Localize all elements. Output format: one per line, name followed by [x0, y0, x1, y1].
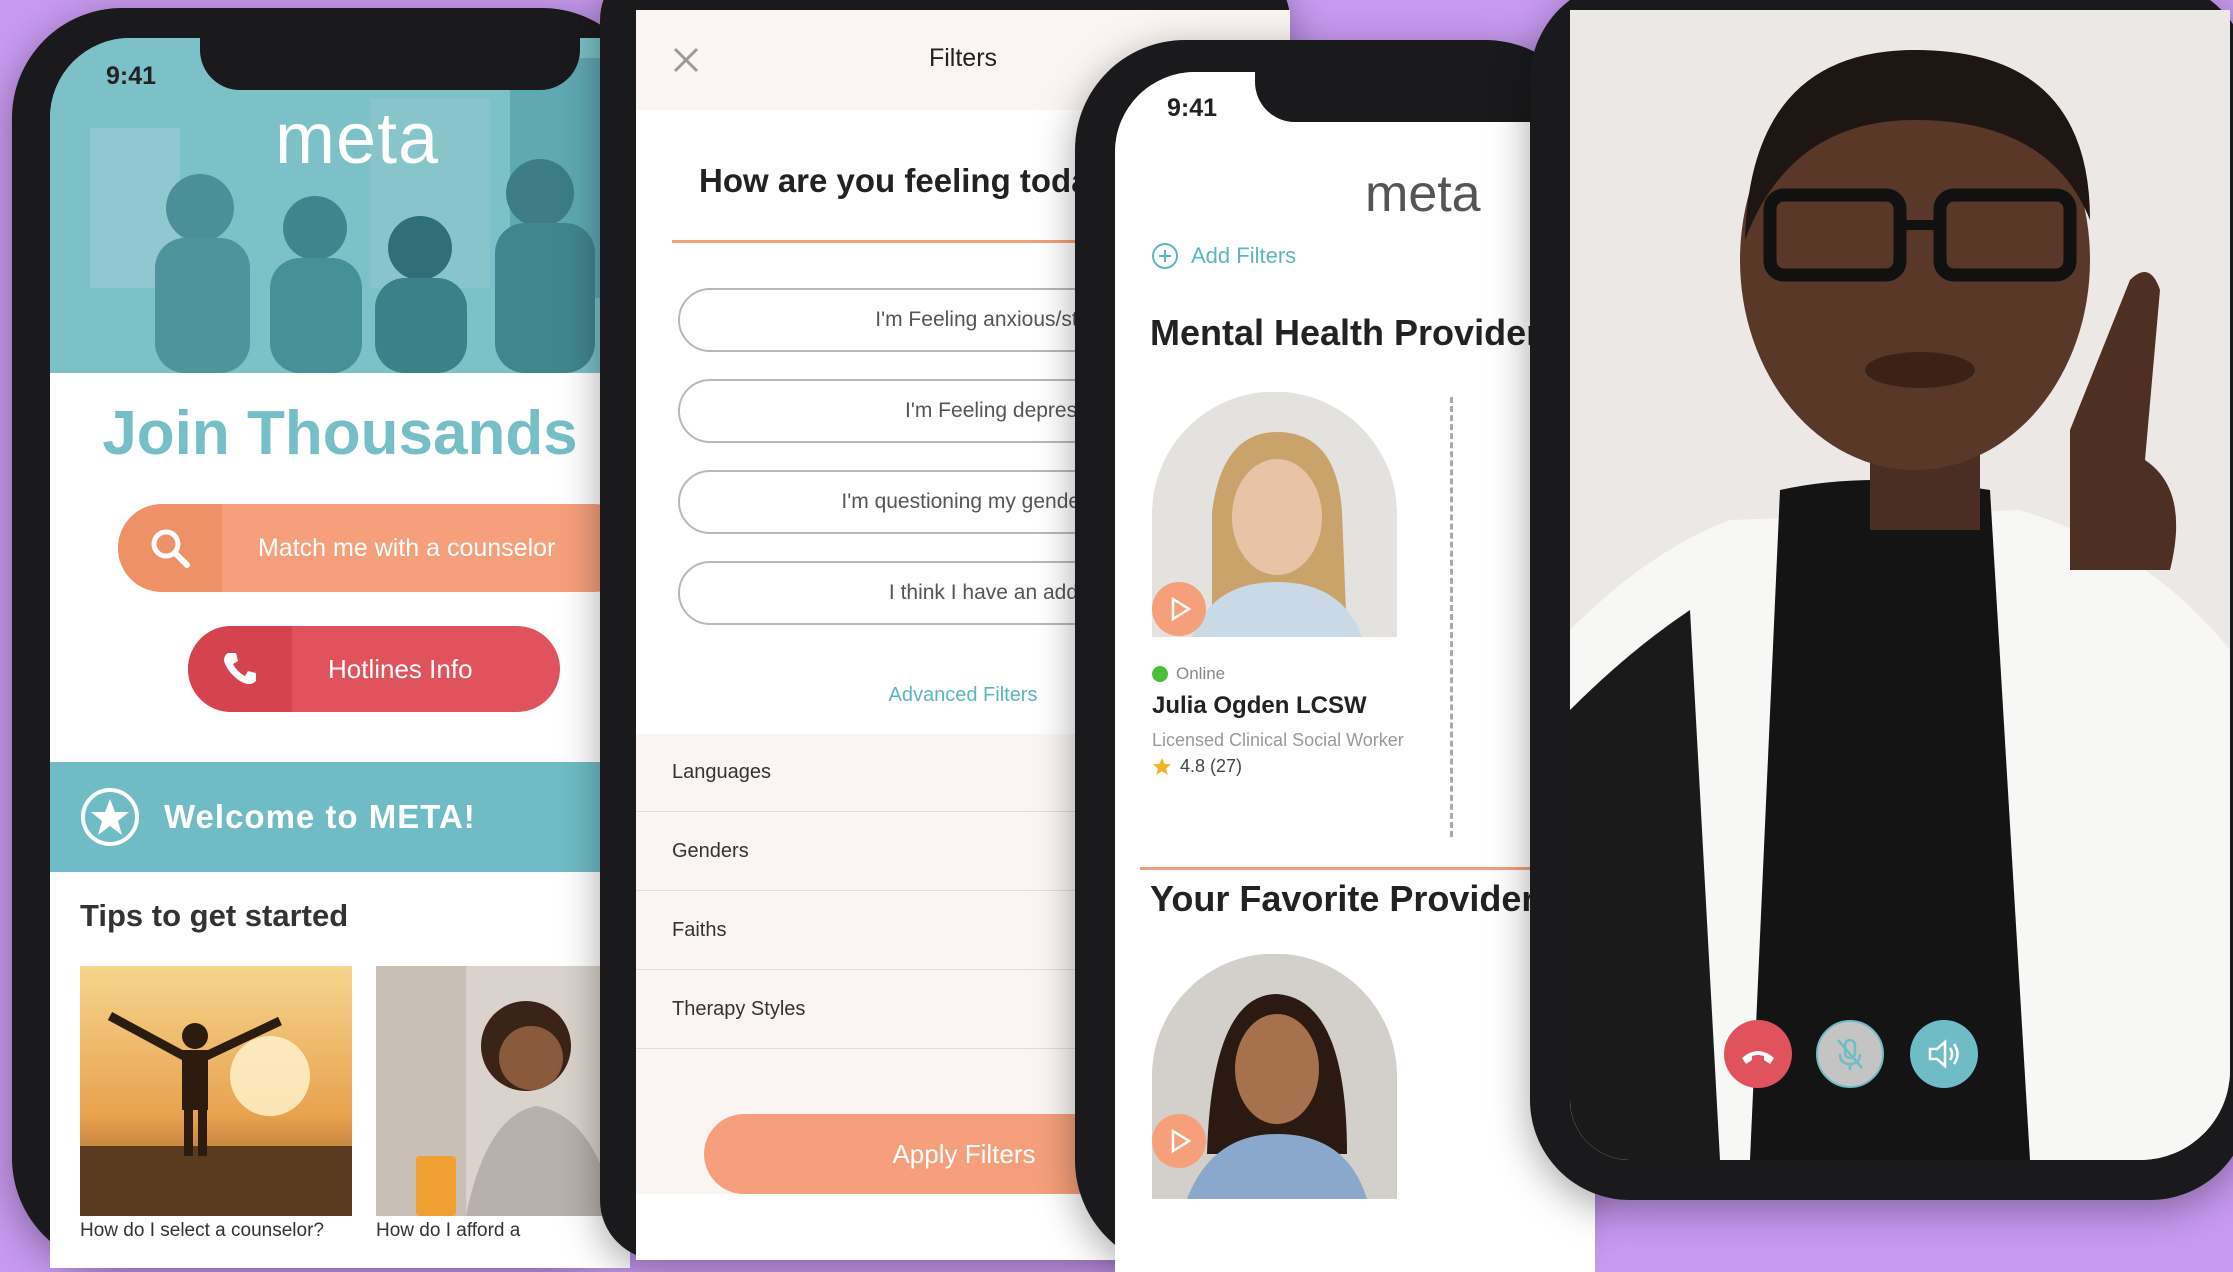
section-underline: [1140, 867, 1595, 870]
mute-button[interactable]: [1816, 1020, 1884, 1088]
hotlines-button-label: Hotlines Info: [328, 653, 473, 684]
speaker-icon: [1928, 1039, 1959, 1069]
home-screen: 9:41 meta Join Thousands Match me with a…: [50, 38, 630, 1268]
phone-icon: [188, 626, 292, 712]
meta-logo: meta: [275, 99, 440, 179]
hang-up-icon: [1742, 1051, 1774, 1064]
play-icon: [1171, 1128, 1192, 1154]
hotlines-button[interactable]: Hotlines Info: [188, 626, 560, 712]
counselor-video-feed: [1570, 10, 2230, 1160]
tip-caption-afford: How do I afford a: [376, 1220, 521, 1241]
provider-rating: 4.8 (27): [1152, 756, 1242, 777]
join-headline: Join Thousands: [102, 399, 578, 468]
plus-circle-icon: [1152, 243, 1178, 269]
provider-title: Licensed Clinical Social Worker: [1152, 730, 1404, 750]
video-call-screen: [1570, 10, 2230, 1160]
online-status: Online: [1152, 664, 1225, 684]
star-icon: [81, 788, 139, 846]
providers-screen: 9:41 meta Add Filters Mental Health Prov…: [1115, 72, 1595, 1272]
match-button-label: Match me with a counselor: [258, 533, 556, 562]
sunset-photo: [80, 966, 352, 1216]
play-icon: [1171, 596, 1192, 622]
provider-card[interactable]: Online Julia Ogden LCSW Licensed Clinica…: [1152, 392, 1404, 776]
tip-card-select[interactable]: [80, 966, 352, 1216]
status-time: 9:41: [106, 62, 157, 90]
play-button[interactable]: [1152, 1114, 1206, 1168]
end-call-button[interactable]: [1724, 1020, 1792, 1088]
speaker-button[interactable]: [1910, 1020, 1978, 1088]
providers-heading: Mental Health Providers: [1150, 312, 1561, 353]
tip-caption-select: How do I select a counselor?: [80, 1220, 324, 1241]
online-label: Online: [1176, 664, 1226, 683]
phone-providers: 9:41 meta Add Filters Mental Health Prov…: [1075, 40, 1595, 1272]
rating-value: 4.8 (27): [1180, 756, 1243, 776]
add-filters-label: Add Filters: [1191, 243, 1297, 268]
star-icon: [1153, 757, 1171, 775]
woman-phone-photo: [376, 966, 630, 1216]
microphone-off-icon: [1837, 1038, 1863, 1070]
favorite-provider-card[interactable]: [1152, 954, 1402, 1204]
provider-name: Julia Ogden LCSW: [1152, 692, 1367, 719]
phone-home: 9:41 meta Join Thousands Match me with a…: [12, 8, 652, 1268]
phone-notch: [200, 38, 580, 90]
favorites-heading: Your Favorite Providers: [1150, 878, 1556, 919]
search-icon: [118, 504, 222, 592]
card-divider: [1450, 397, 1453, 837]
meta-logo: meta: [1365, 165, 1481, 223]
status-time: 9:41: [1167, 94, 1218, 122]
tip-card-afford[interactable]: [376, 966, 630, 1216]
play-button[interactable]: [1152, 582, 1206, 636]
phone-video-call: [1530, 0, 2233, 1200]
online-dot: [1152, 666, 1168, 682]
match-counselor-button[interactable]: Match me with a counselor: [118, 504, 630, 592]
add-filters-link[interactable]: Add Filters: [1151, 242, 1296, 270]
tips-heading: Tips to get started: [80, 898, 349, 933]
feeling-question: How are you feeling today: [699, 162, 1108, 199]
welcome-banner[interactable]: Welcome to META!: [50, 762, 630, 872]
welcome-text: Welcome to META!: [164, 798, 476, 835]
